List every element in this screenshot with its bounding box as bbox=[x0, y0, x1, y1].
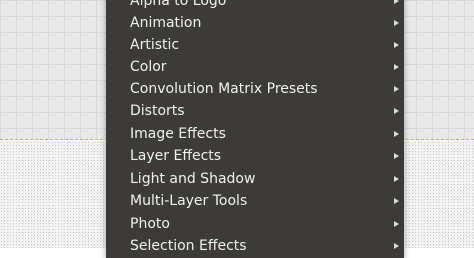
menu-item-color[interactable]: Color bbox=[106, 56, 404, 78]
menu-item-layer-effects[interactable]: Layer Effects bbox=[106, 145, 404, 167]
menu-item-label: Artistic bbox=[130, 37, 180, 53]
menu-item-label: Convolution Matrix Presets bbox=[130, 81, 318, 97]
menu-item-photo[interactable]: Photo bbox=[106, 213, 404, 235]
menu-item-label: Color bbox=[130, 59, 167, 75]
filters-submenu: Alpha to Logo Animation Artistic Color C… bbox=[106, 0, 404, 258]
menu-item-light-and-shadow[interactable]: Light and Shadow bbox=[106, 168, 404, 190]
chevron-right-icon bbox=[394, 153, 399, 159]
chevron-right-icon bbox=[394, 221, 399, 227]
menu-item-convolution-matrix-presets[interactable]: Convolution Matrix Presets bbox=[106, 78, 404, 100]
menu-item-label: Layer Effects bbox=[130, 148, 222, 164]
chevron-right-icon bbox=[394, 176, 399, 182]
menu-item-label: Distorts bbox=[130, 103, 185, 119]
menu-item-image-effects[interactable]: Image Effects bbox=[106, 123, 404, 145]
menu-item-multi-layer-tools[interactable]: Multi-Layer Tools bbox=[106, 190, 404, 212]
menu-item-label: Image Effects bbox=[130, 126, 226, 142]
chevron-right-icon bbox=[394, 198, 399, 204]
menu-item-alpha-to-logo[interactable]: Alpha to Logo bbox=[106, 0, 404, 12]
chevron-right-icon bbox=[394, 42, 399, 48]
chevron-right-icon bbox=[394, 243, 399, 249]
menu-item-animation[interactable]: Animation bbox=[106, 12, 404, 34]
menu-item-selection-effects[interactable]: Selection Effects bbox=[106, 235, 404, 257]
menu-item-label: Photo bbox=[130, 216, 170, 232]
chevron-right-icon bbox=[394, 0, 399, 4]
menu-item-label: Alpha to Logo bbox=[130, 0, 227, 9]
menu-item-label: Multi-Layer Tools bbox=[130, 193, 248, 209]
chevron-right-icon bbox=[394, 108, 399, 114]
chevron-right-icon bbox=[394, 20, 399, 26]
menu-item-label: Selection Effects bbox=[130, 238, 247, 254]
chevron-right-icon bbox=[394, 64, 399, 70]
menu-item-label: Animation bbox=[130, 15, 202, 31]
chevron-right-icon bbox=[394, 131, 399, 137]
chevron-right-icon bbox=[394, 86, 399, 92]
menu-item-artistic[interactable]: Artistic bbox=[106, 34, 404, 56]
menu-item-distorts[interactable]: Distorts bbox=[106, 100, 404, 122]
menu-item-label: Light and Shadow bbox=[130, 171, 256, 187]
